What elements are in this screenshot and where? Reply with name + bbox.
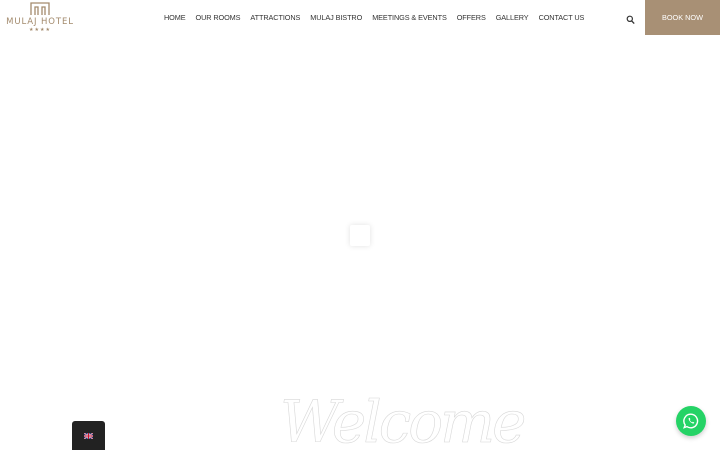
- whatsapp-button[interactable]: [676, 406, 706, 436]
- nav-item-mulaj-bistro[interactable]: MULAJ BISTRO: [310, 13, 362, 22]
- uk-flag-icon: [84, 433, 93, 439]
- language-switcher[interactable]: [72, 421, 105, 450]
- book-now-button[interactable]: BOOK NOW: [645, 0, 720, 35]
- nav-item-attractions[interactable]: ATTRACTIONS: [250, 13, 300, 22]
- logo-mark-icon: [30, 2, 50, 15]
- nav-item-home[interactable]: HOME: [164, 13, 186, 22]
- site-header: MULAJ HOTEL ★★★★ HOME OUR ROOMS ATTRACTI…: [0, 0, 720, 35]
- nav-item-meetings-events[interactable]: MEETINGS & EVENTS: [372, 13, 447, 22]
- nav-item-offers[interactable]: OFFERS: [457, 13, 486, 22]
- nav-item-gallery[interactable]: GALLERY: [496, 13, 529, 22]
- search-icon: [626, 15, 635, 25]
- nav-item-contact-us[interactable]: CONTACT US: [539, 13, 585, 22]
- whatsapp-icon: [682, 413, 699, 429]
- hero-section: [0, 35, 720, 400]
- hotel-logo[interactable]: MULAJ HOTEL ★★★★: [2, 2, 78, 33]
- logo-stars: ★★★★: [29, 27, 51, 33]
- loading-spinner: [350, 225, 370, 246]
- main-nav: HOME OUR ROOMS ATTRACTIONS MULAJ BISTRO …: [164, 0, 584, 35]
- welcome-heading: Welcome: [280, 388, 527, 450]
- nav-item-our-rooms[interactable]: OUR ROOMS: [196, 13, 241, 22]
- search-button[interactable]: [626, 12, 635, 25]
- logo-text: MULAJ HOTEL: [6, 17, 74, 27]
